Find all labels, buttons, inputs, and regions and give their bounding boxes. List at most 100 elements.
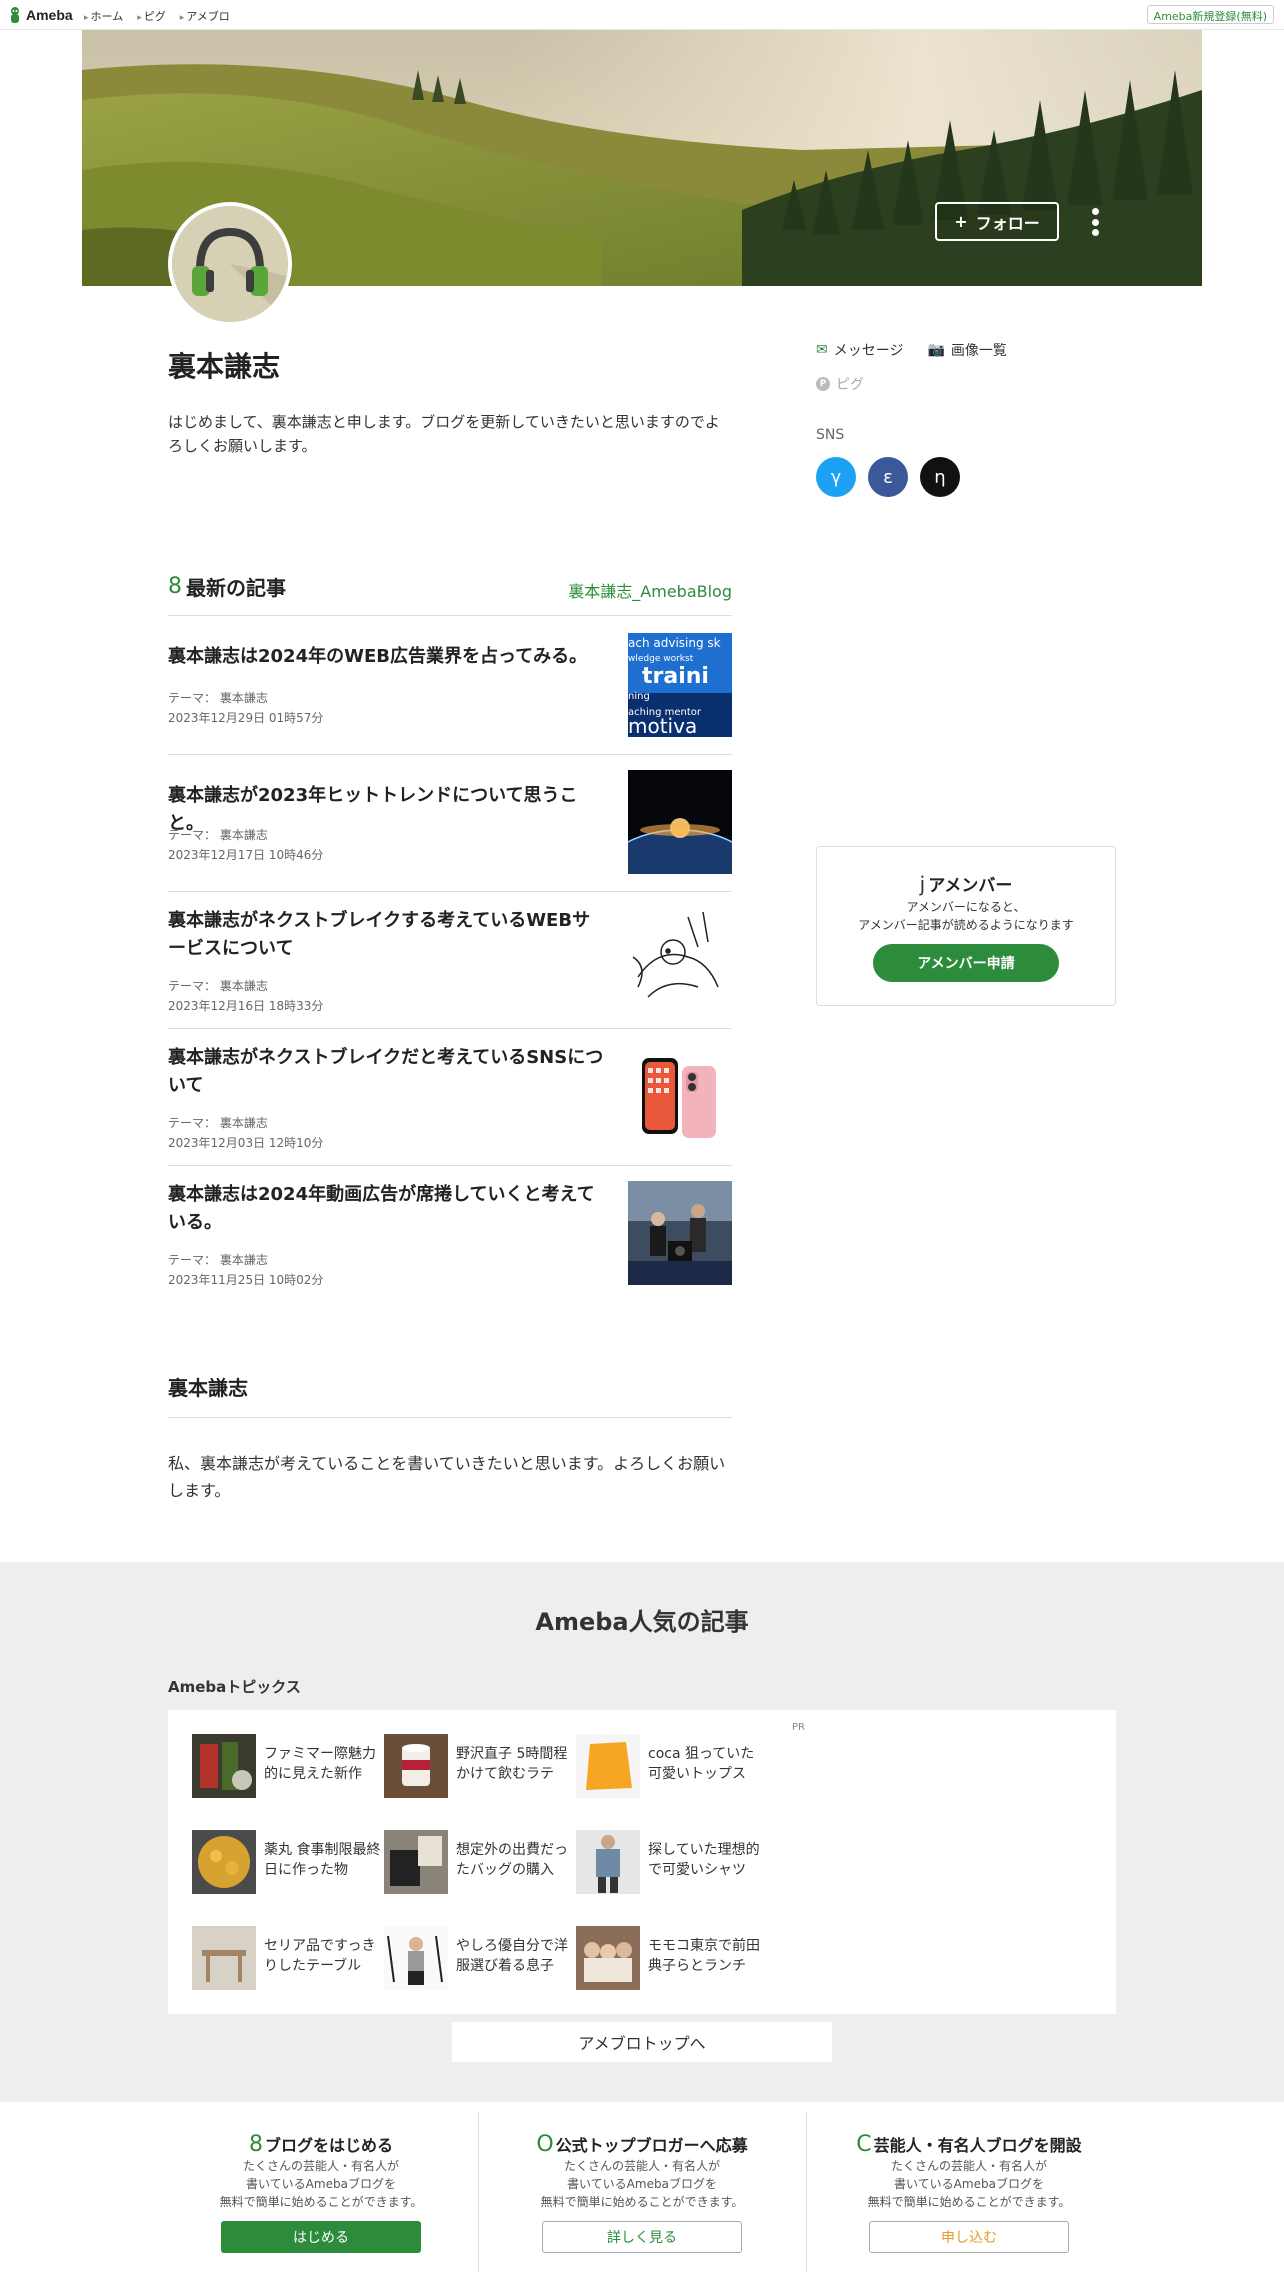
avatar — [168, 202, 292, 326]
top-nav: Ameba ホーム ピグ アメブロ Ameba新規登録(無料) — [0, 0, 1284, 30]
amember-icon: j — [919, 872, 926, 896]
article-item[interactable]: 裏本謙志がネクストブレイクする考えているWEBサービスについて テーマ： 裏本謙… — [168, 907, 732, 1029]
promo-desc: たくさんの芸能人・有名人が — [890, 2159, 1047, 2173]
article-item[interactable]: 裏本謙志が2023年ヒットトレンドについて思うこと。 テーマ： 裏本謙志 202… — [168, 770, 732, 892]
topic-text[interactable]: 薬丸 食事制限最終日に作った物 — [264, 1840, 384, 1880]
amember-apply-button[interactable]: アメンバー申請 — [873, 944, 1059, 982]
article-theme: テーマ： 裏本謙志 — [168, 691, 268, 705]
topic-text[interactable]: やしろ優自分で洋服選び着る息子 — [456, 1936, 576, 1976]
topic-text[interactable]: coca 狙っていた可愛いトップス — [648, 1744, 768, 1784]
topic-item[interactable]: セリア品ですっきりしたテーブル — [192, 1926, 380, 1992]
topic-image[interactable] — [192, 1830, 256, 1894]
blog-icon: 8 — [168, 574, 182, 599]
blog-title: 裏本謙志 — [168, 1372, 732, 1418]
ameba-logo[interactable]: Ameba — [8, 5, 73, 25]
topic-image[interactable] — [384, 1830, 448, 1894]
message-link[interactable]: ✉ メッセージ — [816, 340, 903, 360]
blog-icon: 8 — [248, 2132, 263, 2157]
topic-image[interactable] — [384, 1734, 448, 1798]
latest-articles-header: 8 最新の記事 裏本謙志_AmebaBlog — [168, 570, 732, 616]
article-theme: テーマ： 裏本謙志 — [168, 1253, 268, 1267]
article-item[interactable]: 裏本謙志は2024年のWEB広告業界を占ってみる。 テーマ： 裏本謙志 2023… — [168, 633, 732, 755]
plus-icon: + — [954, 212, 968, 231]
promo-title: 公式トップブロガーへ応募 — [555, 2136, 748, 2155]
promo-desc: たくさんの芸能人・有名人が — [242, 2159, 399, 2173]
topic-image[interactable] — [576, 1734, 640, 1798]
topic-image[interactable] — [192, 1734, 256, 1798]
svg-text:motiva: motiva — [628, 714, 697, 737]
topic-image[interactable] — [192, 1926, 256, 1990]
profile-name: 裏本謙志 — [168, 350, 281, 383]
celebrity-icon: C — [856, 2132, 872, 2157]
nav-link-home[interactable]: ホーム — [84, 8, 124, 24]
apply-button[interactable]: 申し込む — [869, 2221, 1069, 2253]
amember-box: j アメンバー アメンバーになると、 アメンバー記事が読めるようになります アメン… — [816, 846, 1116, 1006]
topic-item[interactable]: モモコ東京で前田典子らとランチ — [576, 1926, 764, 1992]
popular-title: Ameba人気の記事 — [535, 1608, 749, 1636]
more-menu-icon[interactable] — [1088, 206, 1102, 238]
article-theme: テーマ： 裏本謙志 — [168, 828, 268, 842]
pigg-icon: P — [816, 377, 830, 391]
topic-text[interactable]: 野沢直子 5時間程かけて飲むラテ — [456, 1744, 576, 1784]
article-title[interactable]: 裏本謙志は2024年のWEB広告業界を占ってみる。 — [168, 643, 608, 671]
topic-item[interactable]: 想定外の出費だったバッグの購入 — [384, 1830, 572, 1896]
topic-item[interactable]: 薬丸 食事制限最終日に作った物 — [192, 1830, 380, 1896]
article-thumbnail[interactable] — [628, 1181, 732, 1285]
topic-image[interactable] — [576, 1926, 640, 1990]
logo-text: Ameba — [26, 7, 73, 23]
topic-text[interactable]: セリア品ですっきりしたテーブル — [264, 1936, 384, 1976]
blog-link[interactable]: 裏本謙志_AmebaBlog — [568, 578, 732, 602]
nav-link-ameblo[interactable]: アメブロ — [180, 8, 229, 24]
article-item[interactable]: 裏本謙志がネクストブレイクだと考えているSNSについて テーマ： 裏本謙志 20… — [168, 1044, 732, 1166]
latest-articles-title: 最新の記事 — [186, 576, 286, 600]
official-icon: O — [536, 2132, 554, 2157]
signup-button[interactable]: Ameba新規登録(無料) — [1146, 5, 1274, 24]
article-thumbnail[interactable] — [628, 1044, 732, 1148]
topic-image[interactable] — [576, 1830, 640, 1894]
blog-description: 私、裏本謙志が考えていることを書いていきたいと思います。よろしくお願いします。 — [168, 1454, 726, 1500]
amember-title: j アメンバー — [919, 872, 1013, 896]
article-date: 2023年12月03日 12時10分 — [168, 1136, 324, 1150]
topic-image[interactable] — [384, 1926, 448, 1990]
article-item[interactable]: 裏本謙志は2024年動画広告が席捲していくと考えている。 テーマ： 裏本謙志 2… — [168, 1181, 732, 1303]
topic-text[interactable]: ファミマー際魅力的に見えた新作 — [264, 1744, 384, 1784]
popular-subtitle: Amebaトピックス — [168, 1678, 301, 1696]
ameba-logo-icon — [11, 7, 19, 23]
amember-desc-2: アメンバー記事が読めるようになります — [858, 918, 1074, 932]
article-title[interactable]: 裏本謙志は2024年動画広告が席捲していくと考えている。 — [168, 1181, 608, 1237]
topic-item[interactable]: やしろ優自分で洋服選び着る息子 — [384, 1926, 572, 1992]
details-button[interactable]: 詳しく見る — [542, 2221, 742, 2253]
envelope-icon: ✉ — [816, 342, 828, 358]
article-theme: テーマ： 裏本謙志 — [168, 979, 268, 993]
amember-desc-1: アメンバーになると、 — [906, 900, 1026, 914]
follow-button[interactable]: + フォロー — [935, 202, 1059, 241]
article-thumbnail[interactable]: ach advising sk wledge workst traini nin… — [628, 633, 732, 737]
topics-panel: PR ファミマー際魅力的に見えた新作 野沢直子 5時間程かけて飲むラテ coca… — [168, 1710, 1116, 2014]
pigg-link[interactable]: P ピグ — [816, 374, 864, 394]
topic-text[interactable]: モモコ東京で前田典子らとランチ — [648, 1936, 768, 1976]
facebook-icon[interactable]: ε — [868, 457, 908, 497]
topic-item[interactable]: 野沢直子 5時間程かけて飲むラテ — [384, 1734, 572, 1800]
topic-item[interactable]: ファミマー際魅力的に見えた新作 — [192, 1734, 380, 1800]
x-icon[interactable]: η — [920, 457, 960, 497]
images-link[interactable]: 📷 画像一覧 — [927, 340, 1006, 360]
topic-item[interactable]: coca 狙っていた可愛いトップス — [576, 1734, 764, 1800]
article-date: 2023年12月17日 10時46分 — [168, 848, 324, 862]
sns-links: γ ε η — [816, 457, 960, 497]
article-date: 2023年11月25日 10時02分 — [168, 1273, 324, 1287]
ameblo-top-button[interactable]: アメブロトップへ — [452, 2022, 832, 2062]
promo-desc: 書いているAmebaブログを — [567, 2177, 717, 2191]
article-thumbnail[interactable] — [628, 907, 732, 1011]
topic-text[interactable]: 探していた理想的で可愛いシャツ — [648, 1840, 768, 1880]
article-title[interactable]: 裏本謙志がネクストブレイクだと考えているSNSについて — [168, 1044, 608, 1100]
nav-link-pigg[interactable]: ピグ — [137, 8, 166, 24]
article-title[interactable]: 裏本謙志がネクストブレイクする考えているWEBサービスについて — [168, 907, 608, 963]
topic-item[interactable]: 探していた理想的で可愛いシャツ — [576, 1830, 764, 1896]
article-thumbnail[interactable] — [628, 770, 732, 874]
pr-label: PR — [792, 1722, 805, 1733]
pigg-label: ピグ — [836, 377, 864, 393]
start-button[interactable]: はじめる — [221, 2221, 421, 2253]
twitter-icon[interactable]: γ — [816, 457, 856, 497]
topic-text[interactable]: 想定外の出費だったバッグの購入 — [456, 1840, 576, 1880]
promo-desc: 書いているAmebaブログを — [894, 2177, 1044, 2191]
